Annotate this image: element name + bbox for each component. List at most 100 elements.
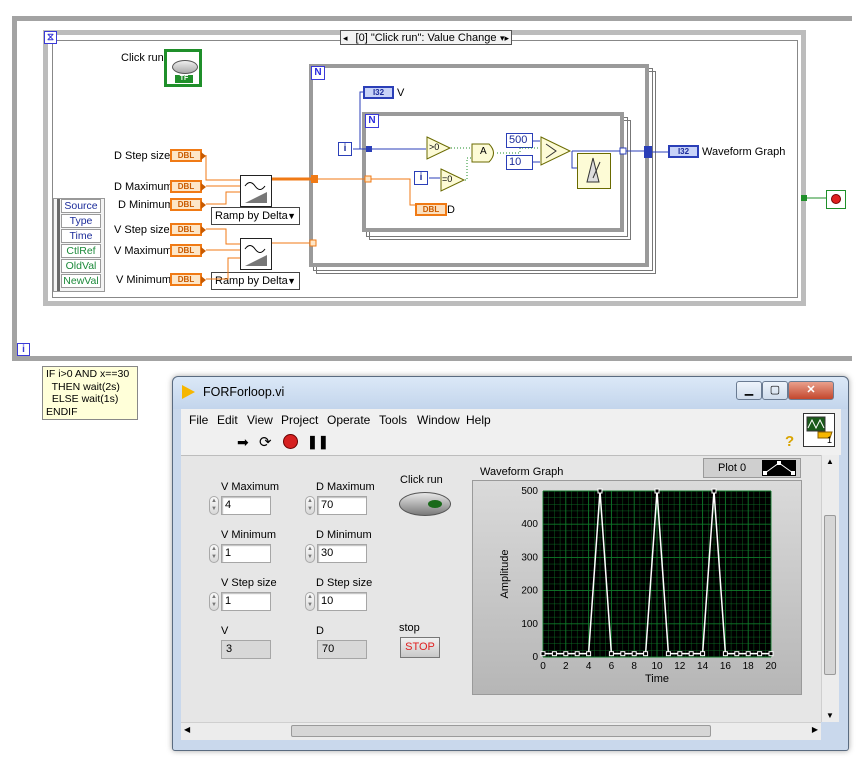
waveform-plot[interactable]: 0 2 4 6 8 10 12 14 16 18 200100200300400500TimeAmp… — [473, 481, 801, 694]
menu-file[interactable]: File — [189, 413, 208, 427]
increment-decrement-icon[interactable]: ▲ ▼ — [305, 496, 315, 515]
data-point — [711, 488, 717, 494]
data-point — [643, 651, 649, 657]
click-run-button[interactable] — [399, 492, 451, 516]
menu-edit[interactable]: Edit — [217, 413, 238, 427]
scroll-right-icon[interactable]: ▶ — [812, 725, 818, 734]
close-button[interactable]: ✕ — [788, 381, 834, 400]
y-tick-label: 500 — [521, 486, 538, 497]
horizontal-scrollbar[interactable]: ◀ ▶ — [181, 722, 821, 740]
data-point — [586, 651, 592, 657]
data-point — [597, 488, 603, 494]
v-maximum-label: V Maximum — [221, 481, 280, 493]
v-step-size-input[interactable]: 1 — [221, 592, 271, 611]
data-point — [734, 651, 740, 657]
pseudo-code-note: IF i>0 AND x==30 THEN wait(2s) ELSE wait… — [42, 366, 138, 420]
d-indicator: 70 — [317, 640, 367, 659]
maximize-button[interactable]: ▢ — [762, 381, 788, 400]
data-point — [563, 651, 569, 657]
x-tick-label: 2 — [563, 661, 569, 672]
data-point — [654, 488, 660, 494]
y-tick-label: 100 — [521, 619, 538, 630]
increment-decrement-icon[interactable]: ▲ ▼ — [305, 592, 315, 611]
x-tick-label: 0 — [540, 661, 546, 672]
x-axis-label: Time — [645, 673, 669, 685]
x-tick-label: 16 — [720, 661, 732, 672]
menu-tools[interactable]: Tools — [379, 413, 407, 427]
scroll-up-icon[interactable]: ▲ — [826, 457, 834, 466]
scroll-down-icon[interactable]: ▼ — [826, 711, 834, 720]
run-icon[interactable]: ➡ — [237, 434, 249, 451]
d-minimum-label: D Minimum — [316, 529, 372, 541]
vi-icon[interactable]: 1 — [803, 413, 835, 447]
close-icon: ✕ — [806, 384, 816, 396]
data-point — [700, 651, 706, 657]
increment-decrement-icon[interactable]: ▲ ▼ — [209, 544, 219, 563]
v-indicator: 3 — [221, 640, 271, 659]
labview-app-icon — [182, 385, 195, 399]
increment-decrement-icon[interactable]: ▲ ▼ — [209, 592, 219, 611]
x-tick-label: 6 — [609, 661, 615, 672]
y-axis-label: Amplitude — [499, 550, 511, 599]
menu-view[interactable]: View — [247, 413, 273, 427]
block-diagram: i ⧖ ◂ [0] "Click run": Value Change ▾▸ C… — [0, 0, 864, 420]
menu-operate[interactable]: Operate — [327, 413, 370, 427]
x-tick-label: 18 — [743, 661, 755, 672]
scroll-left-icon[interactable]: ◀ — [184, 725, 190, 734]
x-tick-label: 8 — [631, 661, 637, 672]
d-maximum-label: D Maximum — [316, 481, 375, 493]
data-point — [722, 651, 728, 657]
data-point — [574, 651, 580, 657]
v-minimum-label: V Minimum — [221, 529, 277, 541]
data-point — [677, 651, 683, 657]
plot-legend[interactable]: Plot 0 — [703, 458, 801, 478]
x-tick-label: 20 — [765, 661, 777, 672]
d-maximum-input[interactable]: 70 — [317, 496, 367, 515]
increment-decrement-icon[interactable]: ▲ ▼ — [209, 496, 219, 515]
menu-help[interactable]: Help — [466, 413, 491, 427]
minimize-icon: ▁ — [744, 384, 754, 396]
title-bar[interactable]: FORForloop.vi ▁ ▢ ✕ — [173, 377, 848, 409]
vertical-scroll-thumb[interactable] — [824, 515, 836, 675]
x-tick-label: 14 — [697, 661, 709, 672]
graph-title: Waveform Graph — [480, 466, 564, 478]
menu-window[interactable]: Window — [417, 413, 460, 427]
menu-bar: File Edit View Project Operate Tools Win… — [181, 409, 841, 431]
abort-icon[interactable] — [283, 434, 298, 449]
d-step-size-label: D Step size — [316, 577, 373, 589]
increment-decrement-icon[interactable]: ▲ ▼ — [305, 544, 315, 563]
data-point — [551, 651, 557, 657]
x-tick-label: 10 — [651, 661, 663, 672]
stop-icon — [831, 194, 841, 204]
data-point — [745, 651, 751, 657]
y-tick-label: 300 — [521, 552, 538, 563]
waveform-graph[interactable]: 0 2 4 6 8 10 12 14 16 18 20 0 100 200 300 400 500 Time Amp… — [472, 480, 802, 695]
toolbar: ➡ ⟳ ❚❚ ? — [181, 431, 841, 455]
pause-icon[interactable]: ❚❚ — [307, 434, 329, 450]
maximize-icon: ▢ — [769, 384, 781, 396]
data-point — [768, 651, 774, 657]
d-indicator-label: D — [316, 625, 324, 637]
d-step-size-input[interactable]: 10 — [317, 592, 367, 611]
data-point — [688, 651, 694, 657]
loop-stop-terminal[interactable] — [826, 190, 846, 209]
data-point — [631, 651, 637, 657]
data-point — [540, 651, 546, 657]
vertical-scrollbar[interactable]: ▲ ▼ — [821, 455, 839, 722]
stop-button[interactable]: STOP — [400, 637, 440, 658]
context-help-icon[interactable]: ? — [785, 433, 794, 450]
data-point — [620, 651, 626, 657]
menu-project[interactable]: Project — [281, 413, 318, 427]
v-minimum-input[interactable]: 1 — [221, 544, 271, 563]
v-maximum-input[interactable]: 4 — [221, 496, 271, 515]
data-point — [665, 651, 671, 657]
plot-line-icon — [763, 461, 795, 475]
horizontal-scroll-thumb[interactable] — [291, 725, 711, 737]
minimize-button[interactable]: ▁ — [736, 381, 762, 400]
d-minimum-input[interactable]: 30 — [317, 544, 367, 563]
x-tick-label: 12 — [674, 661, 686, 672]
v-step-size-label: V Step size — [221, 577, 277, 589]
plot-style-icon[interactable] — [762, 460, 796, 476]
run-continuously-icon[interactable]: ⟳ — [259, 433, 272, 451]
v-indicator-label: V — [221, 625, 229, 637]
